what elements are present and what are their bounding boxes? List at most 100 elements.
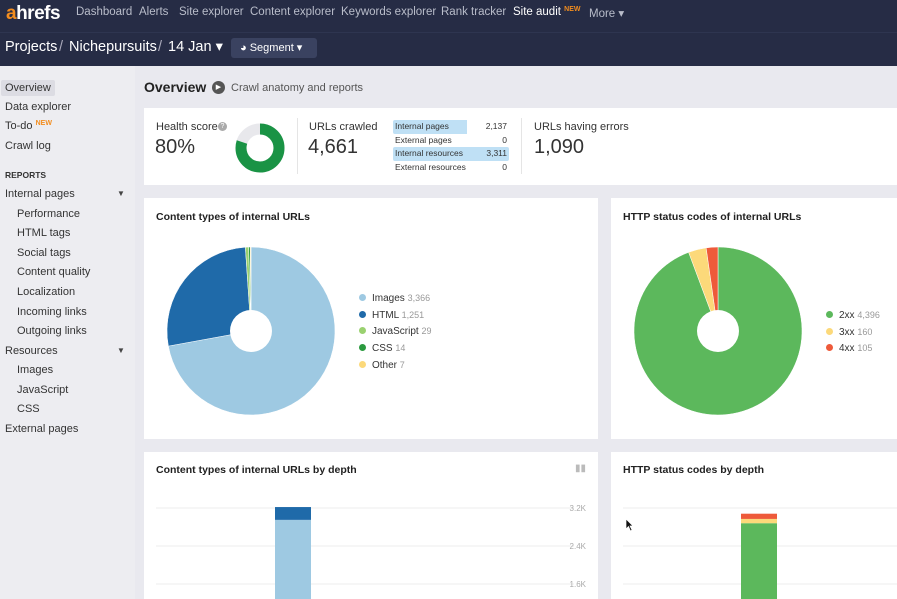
segment-button[interactable]: ◕ Segment ▾ xyxy=(231,38,317,58)
sidebar-item-images[interactable]: Images xyxy=(17,364,53,376)
todo-label: To-do xyxy=(5,120,33,132)
nav-content-explorer[interactable]: Content explorer xyxy=(250,6,335,18)
content-types-legend: Images 3,366 HTML 1,251 JavaScript 29 CSS 1… xyxy=(359,293,431,376)
legend-label: Other xyxy=(372,359,398,371)
sidebar-item-content-quality[interactable]: Content quality xyxy=(17,266,90,278)
legend-value: 3,366 xyxy=(407,293,431,303)
breadcrumb-separator: / xyxy=(158,39,163,55)
sidebar-item-external-pages[interactable]: External pages xyxy=(5,423,78,435)
legend-item[interactable]: Other 7 xyxy=(359,360,431,377)
legend-item[interactable]: 4xx 105 xyxy=(826,343,880,360)
breakdown-value: 2,137 xyxy=(485,121,507,131)
sidebar-item-todo[interactable]: To-do NEW xyxy=(5,120,52,132)
legend-dot xyxy=(359,294,366,301)
urls-errors-value: 1,090 xyxy=(534,136,585,158)
sidebar: Overview Data explorer To-do NEW Crawl l… xyxy=(0,66,135,599)
caret-down-icon[interactable]: ▼ xyxy=(117,346,125,355)
nav-site-audit[interactable]: Site audit NEW xyxy=(513,6,581,18)
urls-crawled-value: 4,661 xyxy=(308,136,359,158)
urls-errors-label: URLs having errors xyxy=(534,121,629,133)
sidebar-item-crawl-log[interactable]: Crawl log xyxy=(5,140,51,152)
bar-segment-2xx[interactable] xyxy=(741,523,777,599)
legend-dot xyxy=(359,327,366,335)
nav-site-explorer[interactable]: Site explorer xyxy=(179,6,244,18)
breakdown-row[interactable]: Internal resources 3,311 xyxy=(393,147,509,161)
bar-segment-html[interactable] xyxy=(275,507,311,520)
bar-segment-4xx[interactable] xyxy=(741,513,777,519)
crawl-anatomy-link[interactable]: Crawl anatomy and reports xyxy=(231,82,363,94)
y-tick-label: 3.2K xyxy=(570,504,587,513)
legend-value: 29 xyxy=(421,326,432,337)
legend-value: 14 xyxy=(395,343,406,354)
legend-item[interactable]: 3xx 160 xyxy=(826,327,880,344)
play-icon[interactable]: ▶ xyxy=(212,81,225,94)
sidebar-item-overview[interactable]: Overview xyxy=(1,80,55,96)
bar-segment-3xx[interactable] xyxy=(741,518,777,524)
crawl-breakdown: Internal pages 2,137 External pages 0 Intern… xyxy=(393,120,509,174)
sidebar-item-social-tags[interactable]: Social tags xyxy=(17,247,71,259)
breadcrumb-projects[interactable]: Projects xyxy=(5,39,57,55)
legend-item[interactable]: 2xx 4,396 xyxy=(826,310,880,327)
y-tick-label: 2.4K xyxy=(570,542,587,551)
content-types-pie xyxy=(166,246,336,416)
new-badge: NEW xyxy=(35,120,52,127)
sidebar-item-javascript[interactable]: JavaScript xyxy=(17,384,68,396)
legend-item[interactable]: HTML 1,251 xyxy=(359,310,431,327)
status-depth-bar-chart xyxy=(623,507,897,599)
chart-title: HTTP status codes by depth xyxy=(623,464,764,476)
divider xyxy=(297,118,298,174)
sidebar-item-resources[interactable]: Resources xyxy=(5,345,58,357)
legend-item[interactable]: CSS 14 xyxy=(359,343,431,360)
nav-site-audit-label: Site audit xyxy=(513,6,561,18)
http-status-pie xyxy=(633,246,803,416)
sidebar-item-outgoing-links[interactable]: Outgoing links xyxy=(17,325,87,337)
sidebar-item-incoming-links[interactable]: Incoming links xyxy=(17,306,87,318)
breakdown-label: Internal pages xyxy=(395,121,449,131)
breadcrumb-date-dropdown[interactable]: 14 Jan ▾ xyxy=(168,39,223,55)
nav-more[interactable]: More ▾ xyxy=(589,6,624,20)
nav-keywords-explorer[interactable]: Keywords explorer xyxy=(341,6,436,18)
legend-dot xyxy=(359,310,366,318)
legend-dot xyxy=(826,344,833,352)
legend-dot xyxy=(826,311,833,318)
sidebar-item-internal-pages[interactable]: Internal pages xyxy=(5,188,75,200)
legend-label: JavaScript xyxy=(372,326,419,338)
nav-rank-tracker[interactable]: Rank tracker xyxy=(441,6,506,18)
top-nav: ahrefs Dashboard Alerts Site explorer Co… xyxy=(0,0,897,32)
nav-dashboard[interactable]: Dashboard xyxy=(76,6,132,18)
legend-label: HTML xyxy=(372,309,399,321)
bar-segment-images[interactable] xyxy=(275,519,311,599)
ahrefs-logo[interactable]: ahrefs xyxy=(6,3,61,25)
sidebar-item-css[interactable]: CSS xyxy=(17,403,40,415)
page-title: Overview xyxy=(144,79,207,95)
legend-value: 1,251 xyxy=(401,309,425,320)
http-status-legend: 2xx 4,396 3xx 160 4xx 105 xyxy=(826,310,880,360)
chart-title: Content types of internal URLs by depth xyxy=(156,464,357,476)
breakdown-row[interactable]: External resources 0 xyxy=(393,161,509,175)
legend-label: 2xx xyxy=(839,310,855,321)
reports-heading: REPORTS xyxy=(5,170,47,180)
nav-alerts[interactable]: Alerts xyxy=(139,6,168,18)
breakdown-row[interactable]: Internal pages 2,137 xyxy=(393,120,509,134)
segment-label: Segment ▾ xyxy=(249,42,303,54)
legend-item[interactable]: JavaScript 29 xyxy=(359,326,431,343)
divider xyxy=(521,118,522,174)
urls-crawled-label: URLs crawled xyxy=(309,121,378,133)
breakdown-value: 3,311 xyxy=(486,148,507,158)
caret-down-icon[interactable]: ▼ xyxy=(117,189,125,198)
legend-value: 105 xyxy=(857,343,873,354)
breakdown-row[interactable]: External pages 0 xyxy=(393,134,509,148)
health-score-label: Health score xyxy=(156,121,218,133)
breakdown-label: External resources xyxy=(395,161,466,172)
legend-value: 7 xyxy=(399,359,405,370)
sidebar-item-data-explorer[interactable]: Data explorer xyxy=(5,101,71,113)
sidebar-item-localization[interactable]: Localization xyxy=(17,286,75,298)
legend-item[interactable]: Images 3,366 xyxy=(359,293,431,310)
help-icon[interactable]: ? xyxy=(218,122,227,131)
sidebar-item-html-tags[interactable]: HTML tags xyxy=(17,227,70,239)
breadcrumb-project[interactable]: Nichepursuits xyxy=(69,39,157,55)
sidebar-item-performance[interactable]: Performance xyxy=(17,208,80,220)
new-badge: NEW xyxy=(564,6,581,13)
bar-chart-icon[interactable]: ▮▮ xyxy=(575,463,586,474)
legend-label: 3xx xyxy=(839,326,855,338)
